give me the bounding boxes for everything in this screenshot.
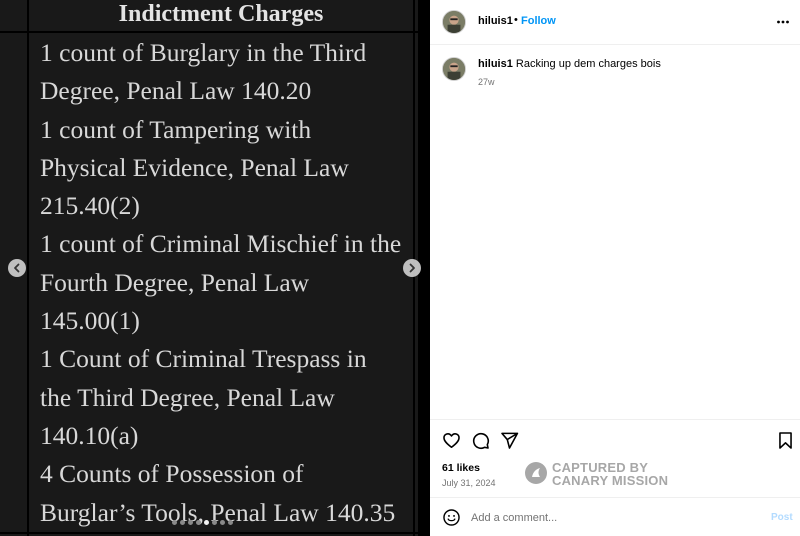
- image-text-line: 1 count of Criminal Mischief in the: [40, 229, 402, 259]
- bookmark-icon[interactable]: [776, 431, 795, 450]
- image-text-line: the Third Degree, Penal Law: [40, 382, 335, 412]
- emoji-icon[interactable]: [442, 508, 461, 527]
- profile-photo-icon: [443, 11, 465, 33]
- carousel-dot: [172, 520, 177, 525]
- image-text-line: 215.40(2): [40, 191, 140, 221]
- watermark-line2: CANARY MISSION: [552, 473, 669, 488]
- post-image: Indictment Charges 1 count of Burglary i…: [0, 0, 418, 536]
- carousel-dot: [196, 520, 201, 525]
- post-date[interactable]: July 31, 2024: [442, 478, 496, 488]
- caption-avatar[interactable]: [442, 57, 466, 81]
- carousel-dot: [180, 520, 185, 525]
- image-text: 1 count of Burglary in the Third Degree,…: [40, 34, 412, 532]
- table-border-left: [27, 0, 29, 536]
- caption-timestamp[interactable]: 27w: [478, 77, 495, 87]
- image-text-line: 140.10(a): [40, 420, 139, 450]
- carousel-dot: [212, 520, 217, 525]
- image-text-line: 1 count of Tampering with: [40, 114, 312, 144]
- post-side-panel: hiluis1 • Follow hiluis1 Racking up dem …: [430, 0, 800, 536]
- header-separator: •: [514, 14, 518, 26]
- carousel-next-button[interactable]: [403, 259, 421, 277]
- table-bottom-rule: [0, 532, 418, 534]
- header-username[interactable]: hiluis1: [478, 15, 513, 27]
- comment-icon[interactable]: [471, 431, 490, 450]
- carousel-prev-button[interactable]: [8, 259, 26, 277]
- share-icon[interactable]: [500, 431, 519, 450]
- image-text-line: 1 count of Burglary in the Third: [40, 38, 367, 67]
- image-text-line: 1 Count of Criminal Trespass in: [40, 344, 367, 374]
- heart-icon[interactable]: [442, 431, 461, 450]
- table-header-rule: [0, 31, 418, 33]
- image-text-line: 145.00(1): [40, 306, 140, 336]
- image-text-line: Physical Evidence, Penal Law: [40, 152, 349, 182]
- post-header: hiluis1 • Follow: [430, 0, 800, 45]
- chevron-left-icon: [14, 263, 20, 273]
- profile-photo-icon: [443, 58, 465, 80]
- carousel-dot: [220, 520, 225, 525]
- image-text-line: 4 Counts of Possession of: [40, 459, 304, 489]
- chevron-right-icon: [409, 263, 415, 273]
- image-text-line: Burglar’s Tools, Penal Law 140.35: [40, 497, 396, 527]
- caption-text: hiluis1 Racking up dem charges bois: [478, 58, 661, 70]
- carousel-dot: [228, 520, 233, 525]
- more-horizontal-icon[interactable]: [776, 15, 790, 29]
- follow-button[interactable]: Follow: [521, 15, 556, 27]
- post-comment-button[interactable]: Post: [771, 512, 793, 523]
- avatar[interactable]: [442, 10, 466, 34]
- action-bar: 61 likes July 31, 2024 CAPTURED BY CANAR…: [430, 419, 800, 497]
- caption-username[interactable]: hiluis1: [478, 58, 513, 70]
- carousel-dot: [188, 520, 193, 525]
- carousel-dots: [172, 520, 233, 526]
- comment-box: Post: [430, 497, 800, 536]
- comment-input[interactable]: [471, 508, 761, 528]
- likes-count[interactable]: 61 likes: [442, 462, 480, 474]
- post-media[interactable]: Indictment Charges 1 count of Burglary i…: [0, 0, 430, 536]
- image-title: Indictment Charges: [118, 1, 324, 27]
- image-text-line: Degree, Penal Law 140.20: [40, 76, 312, 106]
- caption-body: Racking up dem charges bois: [515, 58, 661, 70]
- canary-logo-icon: [525, 462, 547, 484]
- carousel-dot: [204, 520, 209, 525]
- image-text-line: Fourth Degree, Penal Law: [40, 267, 310, 297]
